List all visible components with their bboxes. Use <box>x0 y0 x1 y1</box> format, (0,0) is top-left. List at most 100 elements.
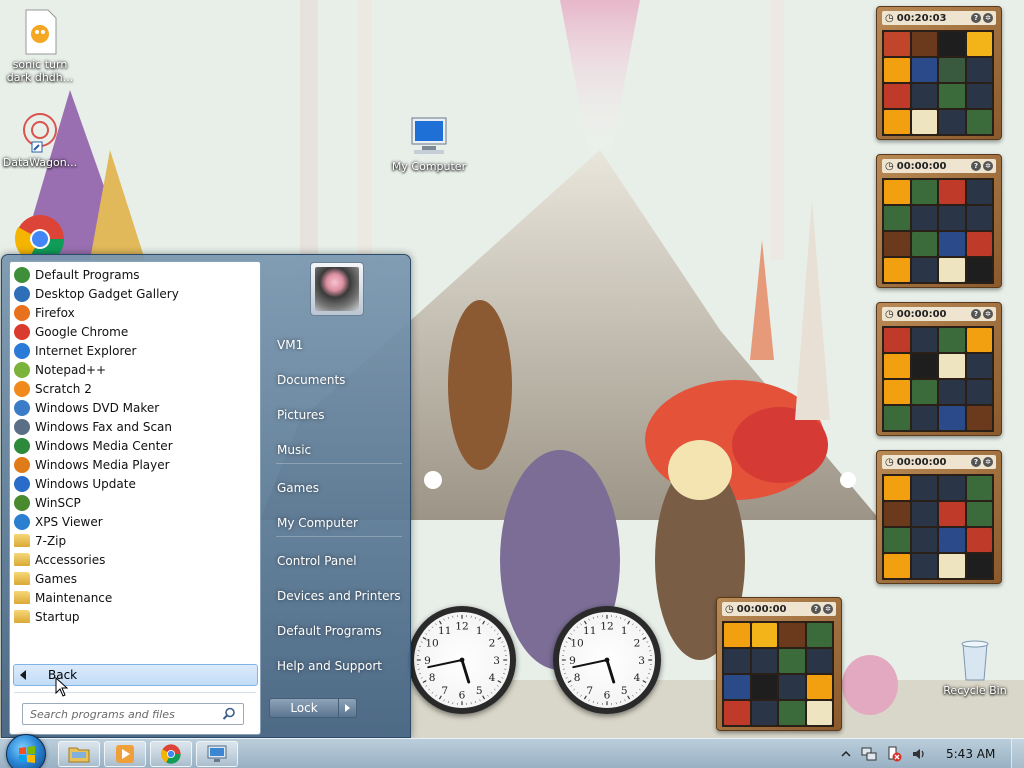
puzzle-grid[interactable] <box>722 621 834 727</box>
program-item[interactable]: Startup <box>10 607 260 626</box>
help-icon[interactable]: ? <box>971 309 981 319</box>
clock-tick <box>641 685 644 687</box>
puzzle-grid[interactable] <box>882 326 994 432</box>
clock-tick <box>564 645 566 647</box>
clock-number: 7 <box>586 685 593 697</box>
program-item[interactable]: WinSCP <box>10 493 260 512</box>
clock-tick <box>570 633 573 635</box>
music-link[interactable]: Music <box>270 435 408 465</box>
search-box[interactable] <box>22 703 244 725</box>
documents-link[interactable]: Documents <box>270 365 408 395</box>
program-item[interactable]: Windows Update <box>10 474 260 493</box>
taskbar-explorer-button[interactable] <box>58 741 100 767</box>
puzzle-gadget[interactable]: ◷ 00:00:00 ? ✲ <box>876 302 1002 436</box>
devices-printers-link[interactable]: Devices and Printers <box>270 581 408 611</box>
clock-number: 4 <box>634 672 641 684</box>
help-icon[interactable]: ? <box>811 604 821 614</box>
program-item[interactable]: Desktop Gadget Gallery <box>10 284 260 303</box>
help-icon[interactable]: ? <box>971 13 981 23</box>
lock-button[interactable]: Lock <box>269 698 339 718</box>
clock-number: 4 <box>489 672 496 684</box>
search-input[interactable] <box>30 707 220 721</box>
clock-number: 7 <box>441 685 448 697</box>
program-item[interactable]: XPS Viewer <box>10 512 260 531</box>
program-item[interactable]: Windows DVD Maker <box>10 398 260 417</box>
shutdown-options-arrow[interactable] <box>339 698 357 718</box>
desktop-icon-datawagon[interactable]: DataWagon... <box>0 110 80 169</box>
program-label: Windows Fax and Scan <box>35 419 173 434</box>
taskbar-clock[interactable]: 5:43 AM <box>946 747 995 761</box>
puzzle-grid[interactable] <box>882 474 994 580</box>
clock-tick <box>496 633 499 635</box>
taskbar-media-player-button[interactable] <box>104 741 146 767</box>
program-item[interactable]: Default Programs <box>10 265 260 284</box>
media-player-icon <box>14 456 30 473</box>
program-label: Startup <box>35 609 80 624</box>
program-item[interactable]: Windows Fax and Scan <box>10 417 260 436</box>
clock-tick <box>635 626 638 629</box>
chrome-icon <box>161 744 181 764</box>
help-icon[interactable]: ? <box>971 161 981 171</box>
program-item[interactable]: Internet Explorer <box>10 341 260 360</box>
settings-icon[interactable]: ✲ <box>983 161 993 171</box>
clock-tick <box>425 685 428 687</box>
clock-number: 10 <box>425 638 439 650</box>
desktop-icon-sonic[interactable]: sonic turn dark dhdh... <box>0 8 80 84</box>
clock-number: 10 <box>570 638 584 650</box>
program-item[interactable]: Accessories <box>10 550 260 569</box>
clock-tick <box>420 677 423 679</box>
puzzle-grid[interactable] <box>882 178 994 284</box>
default-programs-link[interactable]: Default Programs <box>270 616 408 646</box>
clock-tick <box>431 691 434 694</box>
network-icon[interactable] <box>861 746 877 762</box>
search-icon[interactable] <box>222 707 236 721</box>
settings-icon[interactable]: ✲ <box>823 604 833 614</box>
puzzle-gadget[interactable]: ◷ 00:00:00 ? ✲ <box>876 450 1002 584</box>
desktop-icon-chrome[interactable] <box>0 214 80 254</box>
settings-icon[interactable]: ✲ <box>983 309 993 319</box>
puzzle-gadget[interactable]: ◷ 00:00:00 ? ✲ <box>716 597 842 731</box>
user-avatar[interactable] <box>310 262 364 316</box>
program-item[interactable]: Games <box>10 569 260 588</box>
program-item[interactable]: Maintenance <box>10 588 260 607</box>
start-button[interactable] <box>6 734 46 768</box>
desktop-icon-my-computer[interactable]: My Computer <box>389 114 469 173</box>
show-hidden-icons-icon[interactable] <box>840 748 852 760</box>
program-item[interactable]: Scratch 2 <box>10 379 260 398</box>
clock-number: 8 <box>574 672 581 684</box>
show-desktop-button[interactable] <box>1011 739 1024 768</box>
taskbar-remote-desktop-button[interactable] <box>196 741 238 767</box>
puzzle-gadget[interactable]: ◷ 00:20:03 ? ✲ <box>876 6 1002 140</box>
user-folder-link[interactable]: VM1 <box>270 330 408 360</box>
clock-tick <box>592 617 594 619</box>
settings-icon[interactable]: ✲ <box>983 457 993 467</box>
settings-icon[interactable]: ✲ <box>983 13 993 23</box>
clock-gadget[interactable]: 12 1 2 3 4 5 6 7 8 9 10 11 <box>408 606 516 714</box>
action-center-icon[interactable] <box>886 746 902 762</box>
pictures-link[interactable]: Pictures <box>270 400 408 430</box>
control-panel-link[interactable]: Control Panel <box>270 546 408 576</box>
puzzle-gadget[interactable]: ◷ 00:00:00 ? ✲ <box>876 154 1002 288</box>
volume-icon[interactable] <box>911 746 927 762</box>
help-icon[interactable]: ? <box>971 457 981 467</box>
program-item[interactable]: Windows Media Center <box>10 436 260 455</box>
my-computer-link[interactable]: My Computer <box>270 508 408 538</box>
desktop-icon-recycle-bin[interactable]: Recycle Bin <box>935 636 1015 697</box>
divider <box>14 692 256 693</box>
program-item[interactable]: Windows Media Player <box>10 455 260 474</box>
program-item[interactable]: 7-Zip <box>10 531 260 550</box>
clock-gadget[interactable]: 12 1 2 3 4 5 6 7 8 9 10 11 <box>553 606 661 714</box>
games-link[interactable]: Games <box>270 473 408 503</box>
clock-number: 9 <box>424 655 431 667</box>
program-item[interactable]: Firefox <box>10 303 260 322</box>
help-support-link[interactable]: Help and Support <box>270 651 408 681</box>
clock-tick <box>438 695 442 700</box>
back-button[interactable]: Back <box>13 664 258 686</box>
puzzle-timer: 00:00:00 <box>896 308 947 320</box>
clock-tick <box>503 645 505 647</box>
program-item[interactable]: Notepad++ <box>10 360 260 379</box>
taskbar-chrome-button[interactable] <box>150 741 192 767</box>
puzzle-grid[interactable] <box>882 30 994 136</box>
clock-number: 2 <box>634 638 641 650</box>
program-item[interactable]: Google Chrome <box>10 322 260 341</box>
